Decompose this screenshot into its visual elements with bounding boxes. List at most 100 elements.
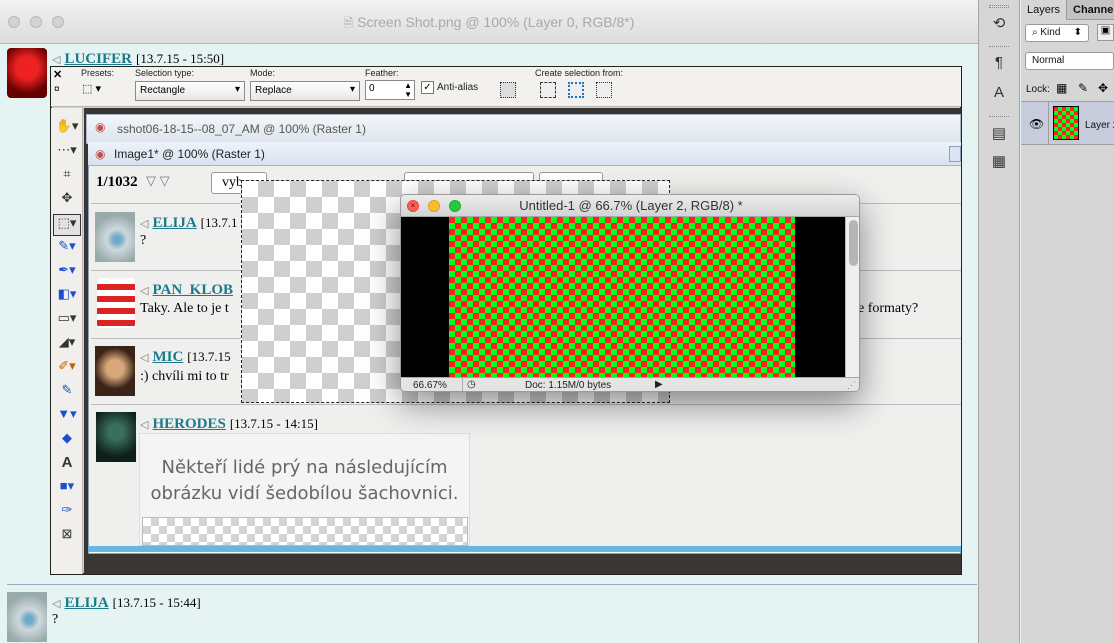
post-header-elija: ◁ ELIJA [13.7.1 — [140, 215, 238, 231]
untitled-window: Untitled-1 @ 66.7% (Layer 2, RGB/8) * × … — [400, 194, 860, 392]
speaker-icon: ◁ — [52, 598, 61, 610]
outer-window-title: 🗎 Screen Shot.png @ 100% (Layer 0, RGB/8… — [343, 14, 635, 30]
page-counter: 1/1032 — [96, 174, 138, 190]
lock-label: Lock: — [1026, 84, 1050, 95]
document-icon: ◉ — [95, 120, 106, 134]
history-panel-icon[interactable]: ⟲ — [988, 14, 1010, 36]
post-header-mic: ◁ MIC [13.7.15 — [140, 349, 231, 365]
pin-icon[interactable]: ¤ — [54, 84, 60, 95]
clone-tool-icon[interactable]: ◧▾ — [53, 286, 81, 308]
stepper-icon[interactable]: ▲ ▼ — [404, 81, 412, 99]
mode-dropdown[interactable]: Replace — [250, 81, 360, 101]
paragraph-panel-icon[interactable]: ¶ — [988, 54, 1010, 76]
grip-icon[interactable] — [989, 46, 1009, 49]
speaker-icon: ◁ — [140, 218, 149, 230]
red-green-checkerboard — [449, 217, 795, 377]
document-icon: 🗎 — [343, 16, 354, 30]
selection-icon[interactable] — [500, 82, 516, 98]
selection-type-dropdown[interactable]: Rectangle — [135, 81, 245, 101]
speaker-icon: ◁ — [52, 54, 61, 66]
history-icon[interactable]: ◷ — [467, 379, 476, 390]
character-panel-icon[interactable]: A — [988, 84, 1010, 106]
feather-input[interactable]: 0 ▲ ▼ — [365, 80, 415, 100]
grip-icon[interactable] — [989, 5, 1009, 8]
vertical-scrollbar[interactable] — [845, 217, 859, 377]
document-icon: ◉ — [95, 147, 106, 161]
selection-tool-icon[interactable]: ⬚▾ — [53, 214, 81, 236]
chevron-down-icon[interactable]: ▽ ▽ — [146, 173, 170, 189]
lock-move-icon[interactable]: ✥ — [1098, 81, 1108, 95]
scrollbar-thumb[interactable] — [849, 220, 858, 266]
presets-dropdown[interactable]: ⬚ ▾ — [82, 82, 112, 98]
speaker-icon: ◁ — [140, 419, 149, 431]
avatar-elija — [95, 212, 135, 262]
smudge-tool-icon[interactable]: ✎ — [53, 382, 81, 404]
speaker-icon: ◁ — [140, 352, 149, 364]
post-header-elija-2: ◁ ELIJA [13.7.15 - 15:44] — [52, 595, 201, 611]
eraser-tool-icon[interactable]: ✐▾ — [53, 358, 81, 380]
avatar-mic — [95, 346, 135, 396]
selection-from-mask-icon[interactable] — [568, 82, 584, 98]
divider — [91, 404, 961, 405]
lock-transparent-icon[interactable]: ▦ — [1056, 81, 1067, 95]
zoom-level[interactable]: 66.67% — [401, 378, 463, 391]
eye-icon[interactable]: 👁 — [1029, 117, 1044, 131]
shape-tool-icon[interactable]: ▭▾ — [53, 310, 81, 332]
image-filter-icon[interactable]: ▣ — [1097, 24, 1114, 41]
pan-tool-icon[interactable]: ✋▾ — [53, 118, 81, 140]
brush-tool-icon[interactable]: ✒▾ — [53, 262, 81, 284]
image1-bottom-bar — [88, 546, 961, 552]
close-icon[interactable]: × — [407, 200, 419, 212]
text-tool-icon[interactable]: A — [53, 454, 81, 476]
selection-from-canvas-icon[interactable] — [596, 82, 612, 98]
layer-thumbnail — [1053, 106, 1079, 140]
play-icon[interactable]: ▶ — [655, 379, 663, 390]
post-header-herodes: ◁ HERODES [13.7.15 - 14:15] — [140, 416, 318, 432]
post-image-caption: Někteří lidé prý na následujícím obrázku… — [150, 457, 459, 504]
color-replacer-icon[interactable]: ▼▾ — [53, 406, 81, 428]
antialias-checkbox[interactable]: ✓ — [421, 81, 434, 94]
layer-name[interactable]: Layer 2 — [1085, 120, 1114, 131]
move-tool-icon[interactable]: ✥ — [53, 190, 81, 212]
pen-tool-icon[interactable]: ✑ — [53, 502, 81, 524]
avatar-elija — [7, 592, 47, 642]
blend-mode-dropdown[interactable]: Normal — [1025, 52, 1114, 70]
search-icon: ⌕ — [1032, 27, 1038, 38]
untitled-window-title[interactable]: Untitled-1 @ 66.7% (Layer 2, RGB/8) * — [401, 195, 859, 217]
avatar-lucifer — [7, 48, 47, 98]
rectangle-tool-icon[interactable]: ■▾ — [53, 478, 81, 500]
untitled-canvas — [401, 217, 845, 377]
zoom-icon[interactable] — [449, 200, 461, 212]
post-header-pan-klob: ◁ PAN_KLOB — [140, 282, 234, 298]
warp-tool-icon[interactable]: ⊠ — [53, 526, 81, 548]
selection-from-layer-icon[interactable] — [540, 82, 556, 98]
avatar-pan-klob — [97, 278, 135, 328]
window-control-button[interactable] — [949, 146, 961, 162]
tab-channels[interactable]: Channels — [1066, 0, 1114, 20]
post-image-checker — [142, 517, 468, 546]
minimize-icon[interactable] — [428, 200, 440, 212]
doc-info: Doc: 1.15M/0 bytes — [525, 380, 612, 391]
properties-panel-icon[interactable]: ▤ — [988, 124, 1010, 146]
layers-panel — [1021, 0, 1114, 643]
lock-paint-icon[interactable]: ✎ — [1078, 81, 1088, 95]
crop-tool-icon[interactable]: ⌗ — [53, 166, 81, 188]
tab-layers[interactable]: Layers — [1021, 0, 1067, 20]
divider — [7, 584, 977, 585]
dropper-tool-icon[interactable]: ✎▾ — [53, 238, 81, 260]
fill-tool-icon[interactable]: ◆ — [53, 430, 81, 452]
zoom-tool-icon[interactable]: ⋯▾ — [53, 142, 81, 164]
kind-filter-dropdown[interactable]: ⌕ Kind ⬍ — [1025, 24, 1089, 42]
dodge-tool-icon[interactable]: ◢▾ — [53, 334, 81, 356]
avatar-herodes — [96, 412, 136, 462]
notes-panel-icon[interactable]: ▦ — [988, 152, 1010, 174]
post-user-link[interactable]: LUCIFER — [64, 51, 132, 67]
divider — [1048, 102, 1049, 144]
resize-grip-icon[interactable]: ⋰ — [847, 380, 856, 391]
image1-window-title[interactable]: Image1* @ 100% (Raster 1) — [88, 142, 961, 166]
close-icon[interactable]: ✕ — [53, 68, 62, 81]
sshot-window-title[interactable]: sshot06-18-15--08_07_AM @ 100% (Raster 1… — [86, 114, 961, 144]
speaker-icon: ◁ — [140, 285, 149, 297]
status-bar: 66.67% ◷ Doc: 1.15M/0 bytes ▶ ⋰ — [401, 377, 859, 391]
grip-icon[interactable] — [989, 116, 1009, 119]
